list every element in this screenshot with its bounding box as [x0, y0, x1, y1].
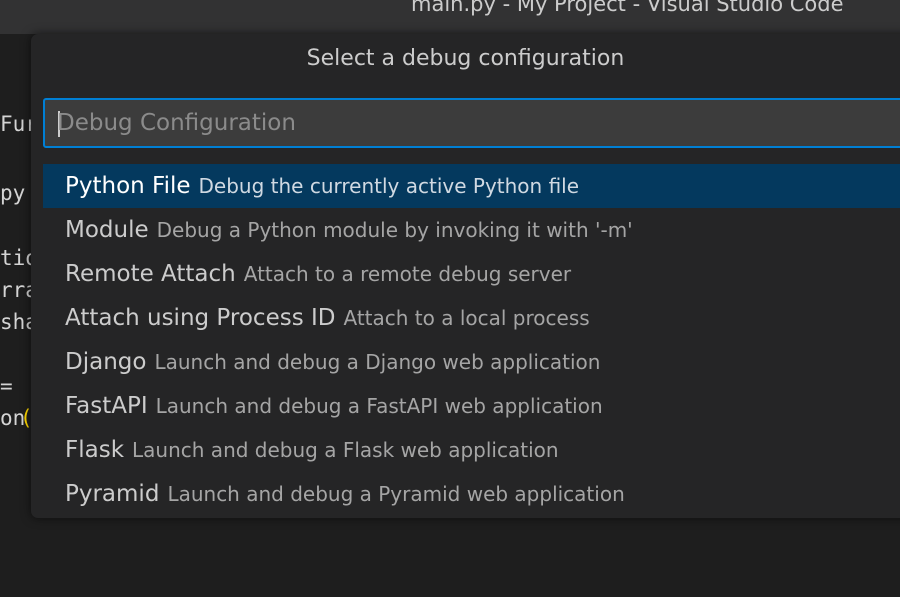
quick-pick-item-attach-process-id[interactable]: Attach using Process ID Attach to a local… [43, 296, 900, 340]
item-label: Python File [65, 173, 191, 199]
item-label: Remote Attach [65, 261, 236, 287]
item-label: Module [65, 217, 149, 243]
quick-pick-item-fastapi[interactable]: FastAPI Launch and debug a FastAPI web ap… [43, 384, 900, 428]
quick-pick-item-django[interactable]: Django Launch and debug a Django web appl… [43, 340, 900, 384]
quick-pick-item-pyramid[interactable]: Pyramid Launch and debug a Pyramid web ap… [43, 472, 900, 516]
item-label: Pyramid [65, 481, 160, 507]
quick-pick-item-python-file[interactable]: Python File Debug the currently active Py… [43, 164, 900, 208]
item-label: FastAPI [65, 393, 148, 419]
item-description: Launch and debug a Flask web application [132, 438, 559, 462]
code-fragment: = [0, 374, 13, 398]
item-description: Launch and debug a Django web applicatio… [154, 350, 601, 374]
debug-configuration-input[interactable] [55, 100, 897, 146]
quick-pick-list: Python File Debug the currently active Py… [43, 164, 900, 516]
item-description: Debug a Python module by invoking it wit… [156, 218, 633, 242]
item-description: Launch and debug a FastAPI web applicati… [155, 394, 603, 418]
quick-pick-title: Select a debug configuration [306, 46, 625, 71]
quick-pick-item-flask[interactable]: Flask Launch and debug a Flask web applic… [43, 428, 900, 472]
quick-pick-input-box[interactable] [43, 98, 900, 148]
window-title: main.py - My Project - Visual Studio Cod… [411, 0, 844, 16]
item-label: Flask [65, 437, 125, 463]
item-label: Django [65, 349, 147, 375]
debug-configuration-quick-pick: Select a debug configuration Python File… [31, 34, 900, 518]
quick-pick-item-module[interactable]: Module Debug a Python module by invoking … [43, 208, 900, 252]
item-label: Attach using Process ID [65, 305, 336, 331]
title-bar: main.py - My Project - Visual Studio Cod… [0, 0, 900, 34]
item-description: Attach to a remote debug server [243, 262, 572, 286]
item-description: Attach to a local process [343, 306, 590, 330]
item-description: Debug the currently active Python file [198, 174, 580, 198]
item-description: Launch and debug a Pyramid web applicati… [167, 482, 625, 506]
quick-pick-item-remote-attach[interactable]: Remote Attach Attach to a remote debug se… [43, 252, 900, 296]
code-fragment: py [0, 181, 26, 205]
